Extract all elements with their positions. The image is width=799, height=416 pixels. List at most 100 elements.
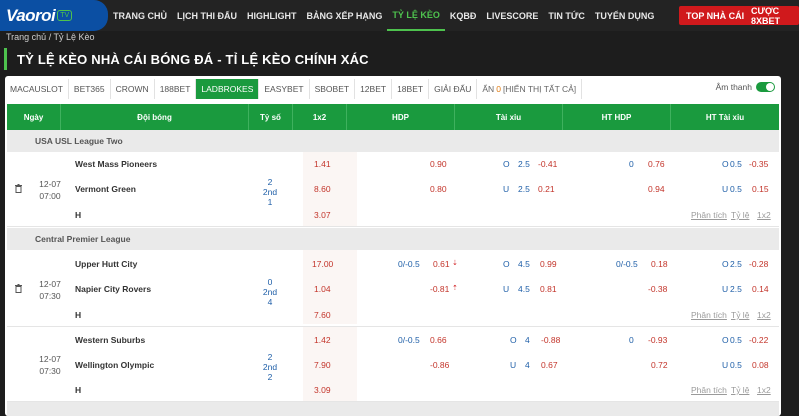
x12-away[interactable]: 7.90: [314, 360, 331, 370]
ht-ou-over-line: 2.5: [730, 259, 742, 269]
ht-ou-over-label: O: [722, 259, 729, 269]
ht-hdp-odd-home[interactable]: 0.76: [648, 159, 665, 169]
analysis-link[interactable]: Phân tích: [691, 210, 727, 220]
ou-under-odd[interactable]: 0.67: [541, 360, 558, 370]
away-team[interactable]: Napier City Rovers: [75, 284, 151, 294]
ou-over-line: 2.5: [518, 159, 530, 169]
x12-home[interactable]: 1.41: [314, 159, 331, 169]
odds-down-arrow-icon: ⇣: [452, 260, 458, 267]
ht-hdp-odd-away[interactable]: 0.72: [651, 360, 668, 370]
x12-home[interactable]: 17.00: [312, 259, 333, 269]
ht-hdp-odd-away[interactable]: -0.38: [648, 284, 667, 294]
ht-ou-over-label: O: [722, 335, 729, 345]
tab-sbobet[interactable]: SBOBET: [310, 79, 356, 99]
score-away: 4: [267, 297, 273, 307]
ht-ou-over-line: 0.5: [730, 159, 742, 169]
tab-12bet[interactable]: 12BET: [355, 79, 393, 99]
home-team[interactable]: Upper Hutt City: [75, 259, 137, 269]
ht-hdp-odd-home[interactable]: 0.18: [651, 259, 668, 269]
tab-ladbrokes[interactable]: LADBROKES: [196, 79, 260, 99]
ou-over-odd[interactable]: 0.99: [540, 259, 557, 269]
home-team[interactable]: West Mass Pioneers: [75, 159, 157, 169]
menu-livescore[interactable]: LIVESCORE: [481, 0, 543, 31]
x12-draw[interactable]: 7.60: [314, 310, 331, 320]
tab-macauslot[interactable]: MACAUSLOT: [5, 79, 69, 99]
hdp-odd-home[interactable]: 0.90: [430, 159, 447, 169]
ou-under-odd[interactable]: 0.21: [538, 184, 555, 194]
col-ht-hdp: HT HDP: [563, 104, 671, 130]
x12-link[interactable]: 1x2: [757, 210, 771, 220]
trash-icon[interactable]: [15, 184, 22, 193]
logo-text: Vaoroi: [6, 5, 56, 25]
menu-standings[interactable]: BẢNG XẾP HẠNG: [302, 0, 388, 31]
x12-draw[interactable]: 3.09: [314, 385, 331, 395]
away-team[interactable]: Wellington Olympic: [75, 360, 154, 370]
ht-hdp-odd-away[interactable]: 0.94: [648, 184, 665, 194]
ht-ou-over-odd[interactable]: -0.22: [749, 335, 768, 345]
top-bookmaker-button[interactable]: TOP NHÀ CÁI: [679, 6, 752, 25]
main-menu: TRANG CHỦ LỊCH THI ĐẤU HIGHLIGHT BẢNG XẾ…: [108, 0, 659, 31]
tab-18bet[interactable]: 18BET: [392, 79, 430, 99]
ht-hdp-odd-home[interactable]: -0.93: [648, 335, 667, 345]
hdp-odd-home[interactable]: 0.66: [430, 335, 447, 345]
tab-188bet[interactable]: 188BET: [155, 79, 197, 99]
hdp-odd-away[interactable]: -0.86: [430, 360, 449, 370]
analysis-link[interactable]: Phân tích: [691, 385, 727, 395]
ou-over-label: O: [510, 335, 517, 345]
col-1x2: 1x2: [293, 104, 347, 130]
ou-under-odd[interactable]: 0.81: [540, 284, 557, 294]
hidden-filter[interactable]: ẨN 0 [HIỂN THỊ TẤT CẢ]: [477, 79, 583, 99]
league-header[interactable]: Central Premier League: [7, 228, 779, 250]
hdp-odd-home[interactable]: 0.61: [433, 259, 450, 269]
menu-odds[interactable]: TỶ LỆ KÈO: [387, 0, 445, 31]
hdp-odd-away[interactable]: 0.80: [430, 184, 447, 194]
tab-easybet[interactable]: EASYBET: [259, 79, 310, 99]
league-header[interactable]: USA USL League Two: [7, 130, 779, 152]
trash-icon[interactable]: [15, 284, 22, 293]
odds-link[interactable]: Tỷ lệ: [731, 310, 749, 320]
ht-ou-over-odd[interactable]: -0.28: [749, 259, 768, 269]
tab-bet365[interactable]: BET365: [69, 79, 111, 99]
ou-over-odd[interactable]: -0.41: [538, 159, 557, 169]
menu-jobs[interactable]: TUYỂN DỤNG: [590, 0, 660, 31]
x12-link[interactable]: 1x2: [757, 385, 771, 395]
menu-highlight[interactable]: HIGHLIGHT: [242, 0, 302, 31]
row-divider: [7, 326, 779, 327]
menu-news[interactable]: TIN TỨC: [543, 0, 589, 31]
x12-away[interactable]: 8.60: [314, 184, 331, 194]
ht-ou-under-odd[interactable]: 0.08: [752, 360, 769, 370]
away-team[interactable]: Vermont Green: [75, 184, 136, 194]
sound-setting: Âm thanh: [716, 82, 775, 92]
match-time: 07:30: [39, 366, 61, 376]
ht-ou-under-odd[interactable]: 0.15: [752, 184, 769, 194]
x12-home[interactable]: 1.42: [314, 335, 331, 345]
ou-over-odd[interactable]: -0.88: [541, 335, 560, 345]
odds-link[interactable]: Tỷ lệ: [731, 210, 749, 220]
bookmaker-tabs: MACAUSLOT BET365 CROWN 188BET LADBROKES …: [5, 79, 583, 99]
x12-away[interactable]: 1.04: [314, 284, 331, 294]
show-all-link[interactable]: [HIỂN THỊ TẤT CẢ]: [503, 84, 576, 94]
ou-under-label: U: [503, 184, 510, 194]
ht-ou-over-odd[interactable]: -0.35: [749, 159, 768, 169]
menu-results[interactable]: KQBĐ: [445, 0, 482, 31]
site-logo[interactable]: Vaoroi TV: [0, 0, 108, 31]
tab-league[interactable]: GIẢI ĐẤU: [429, 79, 478, 99]
menu-schedule[interactable]: LỊCH THI ĐẤU: [172, 0, 242, 31]
breadcrumb[interactable]: Trang chủ / Tỷ Lệ Kèo: [6, 32, 95, 42]
tab-crown[interactable]: CROWN: [111, 79, 155, 99]
ht-ou-under-odd[interactable]: 0.14: [752, 284, 769, 294]
menu-home[interactable]: TRANG CHỦ: [108, 0, 172, 31]
analysis-link[interactable]: Phân tích: [691, 310, 727, 320]
x12-draw[interactable]: 3.07: [314, 210, 331, 220]
league-header-next[interactable]: [7, 402, 779, 416]
x12-link[interactable]: 1x2: [757, 310, 771, 320]
match-date: 12-07: [39, 279, 61, 289]
sound-toggle[interactable]: [756, 82, 775, 92]
home-team[interactable]: Western Suburbs: [75, 335, 145, 345]
odds-panel: MACAUSLOT BET365 CROWN 188BET LADBROKES …: [5, 76, 781, 416]
bet-8xbet-button[interactable]: CƯỢC 8XBET: [744, 6, 799, 26]
hdp-odd-away[interactable]: -0.81: [430, 284, 449, 294]
ou-over-label: O: [503, 259, 510, 269]
match-score: 2 2nd 1: [260, 177, 280, 207]
odds-link[interactable]: Tỷ lệ: [731, 385, 749, 395]
